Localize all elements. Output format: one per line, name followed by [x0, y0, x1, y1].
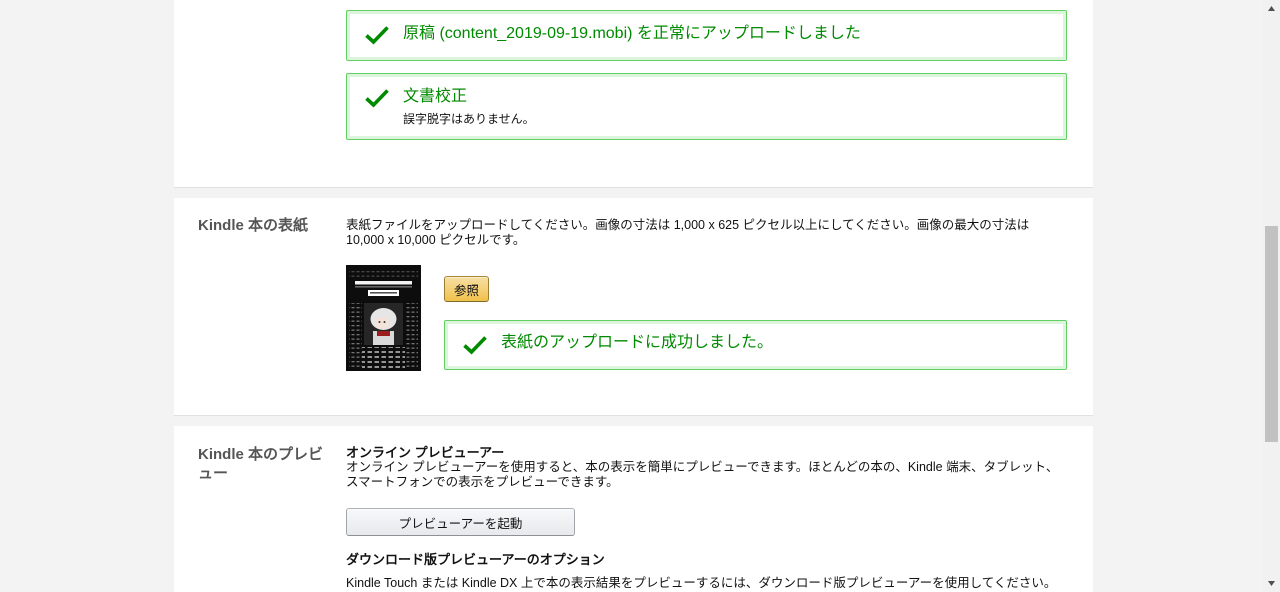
scrollbar-thumb[interactable] — [1265, 226, 1278, 442]
alert-body: 表紙のアップロードに成功しました。 — [501, 333, 1054, 353]
manuscript-panel: 原稿 (content_2019-09-19.mobi) を正常にアップロードし… — [174, 0, 1093, 187]
cover-description: 表紙ファイルをアップロードしてください。画像の寸法は 1,000 x 625 ピ… — [346, 218, 1030, 247]
preview-section-label: Kindle 本のプレビュー — [198, 446, 324, 482]
cover-section-label: Kindle 本の表紙 — [198, 217, 309, 234]
cover-panel: Kindle 本の表紙 表紙ファイルをアップロードしてください。画像の寸法は 1… — [174, 198, 1093, 415]
arrow-down-icon — [1268, 581, 1275, 586]
download-previewer-title: ダウンロード版プレビューアーのオプション — [346, 552, 605, 567]
vertical-scrollbar[interactable] — [1263, 0, 1280, 592]
scroll-down-button[interactable] — [1263, 575, 1280, 592]
alert-body: 文書校正 誤字脱字はありません。 — [403, 87, 1054, 127]
scroll-up-button[interactable] — [1263, 0, 1280, 17]
launch-previewer-button[interactable]: プレビューアーを起動 — [346, 508, 575, 536]
spellcheck-message: 誤字脱字はありません。 — [403, 112, 535, 126]
scrollbar-track[interactable] — [1263, 17, 1280, 575]
cover-thumbnail — [346, 265, 421, 371]
arrow-up-icon — [1268, 6, 1275, 11]
manuscript-upload-message: 原稿 (content_2019-09-19.mobi) を正常にアップロードし… — [403, 25, 861, 42]
manuscript-upload-alert: 原稿 (content_2019-09-19.mobi) を正常にアップロードし… — [346, 10, 1067, 61]
check-icon — [365, 26, 389, 45]
online-previewer-description: オンライン プレビューアーを使用すると、本の表示を簡単にプレビューできます。ほと… — [346, 460, 1059, 489]
preview-panel: Kindle 本のプレビュー オンライン プレビューアー オンライン プレビュー… — [174, 426, 1093, 592]
check-icon — [365, 89, 389, 108]
cover-upload-message: 表紙のアップロードに成功しました。 — [501, 334, 774, 351]
kdp-content-page: 原稿 (content_2019-09-19.mobi) を正常にアップロードし… — [0, 0, 1280, 592]
online-previewer-block: オンライン プレビューアー オンライン プレビューアーを使用すると、本の表示を簡… — [346, 445, 1067, 490]
check-icon — [463, 336, 487, 355]
spellcheck-alert: 文書校正 誤字脱字はありません。 — [346, 73, 1067, 140]
alert-body: 原稿 (content_2019-09-19.mobi) を正常にアップロードし… — [403, 24, 1054, 44]
spellcheck-title: 文書校正 — [403, 88, 468, 105]
online-previewer-title: オンライン プレビューアー — [346, 445, 505, 460]
cover-description-block: 表紙ファイルをアップロードしてください。画像の寸法は 1,000 x 625 ピ… — [346, 218, 1067, 248]
download-previewer-description: Kindle Touch または Kindle DX 上で本の表示結果をプレビュ… — [346, 576, 1057, 590]
download-previewer-block: ダウンロード版プレビューアーのオプション Kindle Touch または Ki… — [346, 552, 1067, 591]
cover-illustration — [364, 303, 403, 345]
browse-cover-button[interactable]: 参照 — [444, 276, 489, 302]
cover-upload-alert: 表紙のアップロードに成功しました。 — [444, 320, 1067, 370]
